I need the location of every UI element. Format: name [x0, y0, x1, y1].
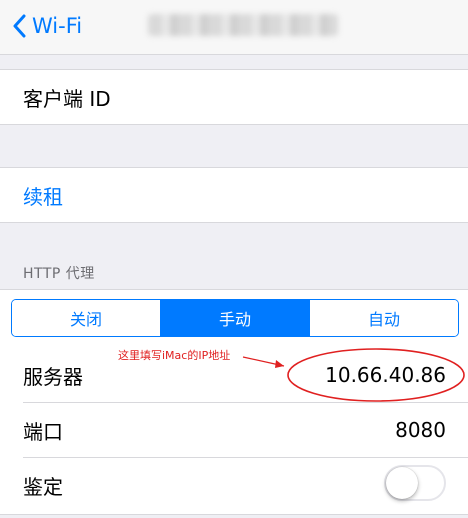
segment-auto[interactable]: 自动	[309, 300, 458, 336]
auth-toggle[interactable]	[384, 465, 446, 501]
renew-lease-button[interactable]: 续租	[0, 168, 468, 222]
port-value[interactable]: 8080	[395, 418, 446, 442]
proxy-mode-segmented-control: 关闭 手动 自动	[11, 299, 459, 337]
client-id-row: 客户端 ID	[0, 70, 468, 124]
network-name-blurred	[148, 14, 338, 36]
server-label: 服务器	[23, 364, 83, 389]
annotation-text: 这里填写iMac的IP地址	[118, 349, 231, 362]
renew-group: 续租	[0, 167, 468, 223]
server-row[interactable]: 服务器 10.66.40.86	[0, 348, 468, 402]
renew-lease-label: 续租	[23, 184, 63, 209]
toggle-knob	[386, 467, 418, 499]
segment-off[interactable]: 关闭	[12, 300, 160, 336]
navigation-bar: Wi-Fi	[0, 0, 468, 55]
dhcp-group: 客户端 ID	[0, 69, 468, 125]
server-value[interactable]: 10.66.40.86	[325, 363, 446, 387]
auth-label: 鉴定	[23, 474, 63, 499]
back-button[interactable]: Wi-Fi	[12, 8, 82, 44]
http-proxy-header: HTTP 代理	[23, 266, 95, 282]
back-label: Wi-Fi	[32, 14, 83, 38]
segment-manual[interactable]: 手动	[160, 300, 309, 336]
port-label: 端口	[23, 419, 63, 444]
chevron-left-icon	[13, 14, 26, 38]
port-row[interactable]: 端口 8080	[0, 403, 468, 457]
client-id-label: 客户端 ID	[23, 86, 111, 111]
